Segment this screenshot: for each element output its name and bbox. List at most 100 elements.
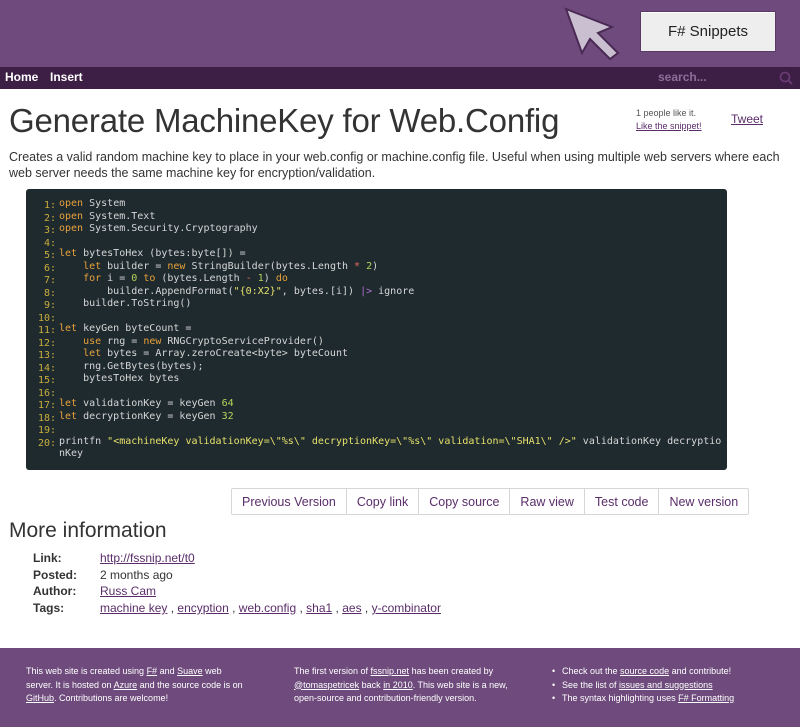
tag-link[interactable]: encyption <box>177 601 228 615</box>
code-line: bytesToHex bytes <box>59 373 180 384</box>
line-number: 4: <box>43 237 56 249</box>
code-line: let bytes = Array.zeroCreate<byte> byteC… <box>83 348 348 359</box>
code-line: let decryptionKey = keyGen 32 <box>59 410 234 422</box>
snippet-description: Creates a valid random machine key to pl… <box>9 150 780 180</box>
footer-text: The syntax highlighting uses <box>562 693 679 703</box>
line-number: 13: <box>37 350 56 361</box>
footer-text: and contribute! <box>669 666 732 676</box>
footer-text: Check out the <box>562 666 621 676</box>
logo-button[interactable]: F# Snippets <box>640 11 776 52</box>
line-number: 20: <box>37 437 56 449</box>
snippet-actions: Previous Version Copy link Copy source R… <box>231 488 750 515</box>
footer-text: This web site is created using <box>26 666 147 676</box>
posted-date: 2 months ago <box>100 568 173 582</box>
github-link[interactable]: GitHub <box>26 693 54 703</box>
code-text[interactable]: open System open System.Text open System.S… <box>59 198 721 461</box>
copy-link-button[interactable]: Copy link <box>347 489 420 514</box>
line-number: 19: <box>37 425 56 436</box>
line-number: 8: <box>43 287 56 299</box>
code-line: open System <box>59 198 126 209</box>
code-line: builder.ToString() <box>59 298 192 309</box>
info-label: Tags: <box>33 601 65 615</box>
author-link[interactable]: Russ Cam <box>100 584 156 598</box>
line-number: 10: <box>37 312 56 324</box>
issues-link[interactable]: issues and suggestions <box>619 680 713 690</box>
line-number: 5: <box>43 250 56 261</box>
info-label: Posted: <box>33 568 78 582</box>
cursor-arrow-icon <box>564 7 620 61</box>
line-number-gutter: 1: 2: 3: 4: 5: 6: 7: 8: 9: 10: 11: 12: 1… <box>32 200 56 450</box>
line-number: 11: <box>37 325 56 336</box>
line-number: 18: <box>37 412 56 424</box>
footer-text: back <box>359 679 384 690</box>
snippet-url-link[interactable]: http://fssnip.net/t0 <box>100 551 195 565</box>
line-number: 14: <box>37 362 56 374</box>
year-link[interactable]: in 2010 <box>383 680 413 690</box>
tag-link[interactable]: aes <box>342 601 361 615</box>
tweet-link[interactable]: Tweet <box>731 112 763 126</box>
navbar: Home Insert search... <box>0 67 800 89</box>
test-code-button[interactable]: Test code <box>585 489 660 514</box>
nav-home-link[interactable]: Home <box>5 70 38 84</box>
line-number: 7: <box>43 275 56 286</box>
code-block: 1: 2: 3: 4: 5: 6: 7: 8: 9: 10: 11: 12: 1… <box>26 189 727 470</box>
footer-text: The first version of <box>294 666 371 676</box>
line-number: 16: <box>37 387 56 399</box>
raw-view-button[interactable]: Raw view <box>510 489 585 514</box>
tag-link[interactable]: sha1 <box>306 601 332 615</box>
footer-history: The first version of fssnip.net has been… <box>294 665 509 706</box>
line-number: 1: <box>43 200 56 211</box>
tag-link[interactable]: y-combinator <box>372 601 441 615</box>
footer-list-item: The syntax highlighting uses F# Formatti… <box>552 692 792 706</box>
info-value: http://fssnip.net/t0 <box>100 551 195 565</box>
more-info-heading: More information <box>9 519 167 542</box>
nav-insert-link[interactable]: Insert <box>50 70 83 84</box>
line-number: 12: <box>37 337 56 349</box>
code-line: printfn "<machineKey validationKey=\"%s\… <box>59 435 722 447</box>
copy-source-button[interactable]: Copy source <box>419 489 511 514</box>
new-version-button[interactable]: New version <box>659 489 748 514</box>
code-line: open System.Security.Cryptography <box>59 223 258 234</box>
footer: This web site is created using F# and Su… <box>0 648 800 727</box>
info-label: Link: <box>33 551 62 565</box>
line-number: 3: <box>43 225 56 236</box>
fsharp-link[interactable]: F# <box>147 666 158 676</box>
like-snippet-link[interactable]: Like the snippet! <box>636 121 702 131</box>
code-line: let keyGen byteCount = <box>59 323 192 334</box>
top-banner: F# Snippets <box>0 0 800 67</box>
code-line: let bytesToHex (bytes:byte[]) = <box>59 248 246 259</box>
search-input[interactable]: search... <box>658 70 778 86</box>
line-number: 2: <box>43 212 56 224</box>
suave-link[interactable]: Suave <box>177 666 203 676</box>
code-line: builder.AppendFormat("{0:X2}", bytes.[i]… <box>59 285 415 297</box>
code-line: rng.GetBytes(bytes); <box>59 360 204 372</box>
footer-list-item: Check out the source code and contribute… <box>552 665 792 679</box>
previous-version-button[interactable]: Previous Version <box>232 489 347 514</box>
source-code-link[interactable]: source code <box>620 666 669 676</box>
footer-text: . Contributions are welcome! <box>54 693 169 703</box>
azure-link[interactable]: Azure <box>114 680 138 690</box>
footer-text: has been created by <box>409 666 494 676</box>
info-label: Author: <box>33 584 77 598</box>
code-line: open System.Text <box>59 210 156 222</box>
footer-list-item: See the list of issues and suggestions <box>552 679 792 693</box>
line-number: 9: <box>43 300 56 311</box>
tag-link[interactable]: web.config <box>239 601 296 615</box>
code-line: let builder = new StringBuilder(bytes.Le… <box>83 260 379 272</box>
code-line: let validationKey = keyGen 64 <box>59 398 234 409</box>
code-line: use rng = new RNGCryptoServiceProvider() <box>83 335 324 347</box>
fsharp-formatting-link[interactable]: F# Formatting <box>678 693 734 703</box>
likes-count: 1 people like it. <box>636 108 697 118</box>
code-line: nKey <box>59 448 84 459</box>
footer-text: and <box>157 666 178 676</box>
line-number: 17: <box>37 400 56 411</box>
line-number: 15: <box>37 375 56 386</box>
creator-link[interactable]: @tomaspetricek <box>294 680 359 690</box>
tag-link[interactable]: machine key <box>100 601 167 615</box>
footer-text: See the list of <box>562 679 620 690</box>
fssnip-link[interactable]: fssnip.net <box>371 666 410 676</box>
search-icon[interactable] <box>778 70 794 86</box>
